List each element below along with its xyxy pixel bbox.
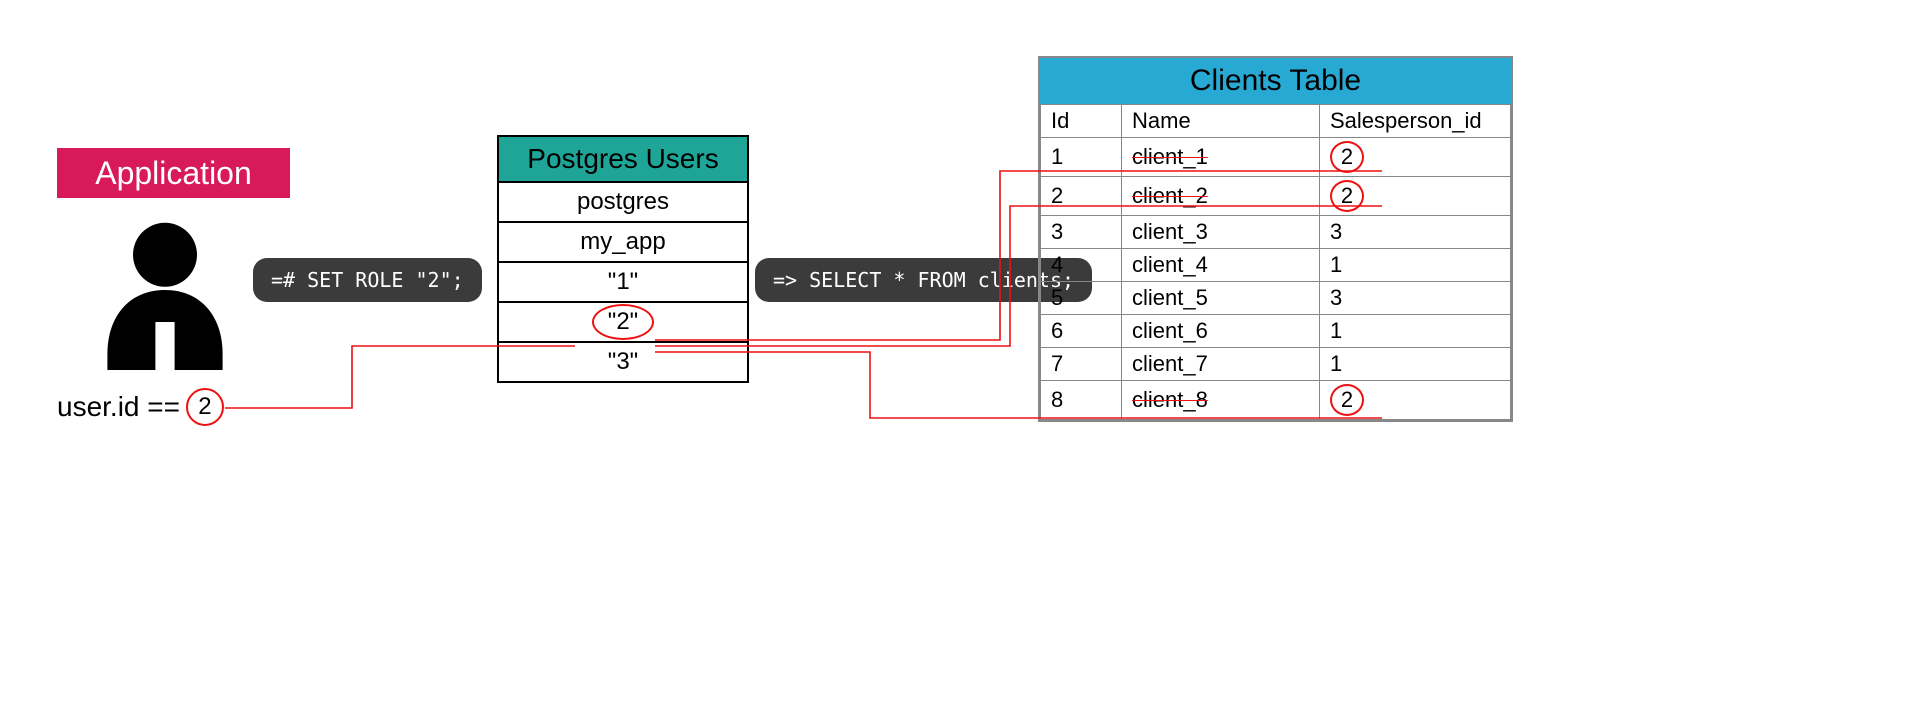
- postgres-user-row: "3": [499, 341, 747, 381]
- postgres-user-row: postgres: [499, 183, 747, 221]
- cell-salesperson-id: 2: [1320, 381, 1511, 420]
- sql-set-role: =# SET ROLE "2";: [271, 268, 464, 292]
- table-row: 3client_33: [1041, 216, 1511, 249]
- sql-select: => SELECT * FROM clients;: [773, 268, 1074, 292]
- cell-name: client_1: [1122, 138, 1320, 177]
- postgres-user-name: "2": [608, 308, 638, 335]
- salesperson-id-circle: 2: [1330, 384, 1364, 416]
- cell-name: client_6: [1122, 315, 1320, 348]
- user-id-value: 2: [198, 393, 211, 421]
- table-row: 7client_71: [1041, 348, 1511, 381]
- table-row: 8client_8 2: [1041, 381, 1511, 420]
- postgres-user-row: my_app: [499, 221, 747, 261]
- cell-name: client_2: [1122, 177, 1320, 216]
- cell-salesperson-id: 3: [1320, 216, 1511, 249]
- cell-id: 2: [1041, 177, 1122, 216]
- postgres-user-name: postgres: [577, 188, 669, 215]
- cell-id: 8: [1041, 381, 1122, 420]
- clients-body: 1client_122client_223client_334client_41…: [1041, 138, 1511, 420]
- cell-salesperson-id: 2: [1320, 138, 1511, 177]
- user-id-value-circle: 2: [186, 388, 224, 426]
- postgres-user-row: "1": [499, 261, 747, 301]
- user-id-line: user.id == 2: [57, 388, 224, 426]
- postgres-users-box: Postgres Users postgres my_app "1" "2" "3": [497, 135, 749, 383]
- cell-salesperson-id: 3: [1320, 282, 1511, 315]
- application-title-box: Application: [57, 148, 290, 198]
- user-id-label: user.id ==: [57, 391, 180, 423]
- cell-id: 4: [1041, 249, 1122, 282]
- postgres-user-name: "3": [608, 348, 638, 375]
- cell-id: 6: [1041, 315, 1122, 348]
- clients-table-box: Clients Table IdNameSalesperson_id 1clie…: [1038, 56, 1513, 422]
- diagram-root: Application user.id == 2 =# SET ROLE "2"…: [0, 0, 1920, 712]
- clients-column-header: Id: [1041, 105, 1122, 138]
- sql-set-role-pill: =# SET ROLE "2";: [253, 258, 482, 302]
- clients-table-title: Clients Table: [1040, 58, 1511, 104]
- cell-name: client_4: [1122, 249, 1320, 282]
- table-row: 4client_41: [1041, 249, 1511, 282]
- table-row: 5client_53: [1041, 282, 1511, 315]
- application-title: Application: [95, 155, 252, 192]
- cell-salesperson-id: 2: [1320, 177, 1511, 216]
- postgres-user-name: "1": [608, 268, 638, 295]
- clients-column-header: Name: [1122, 105, 1320, 138]
- postgres-user-name: my_app: [580, 228, 665, 255]
- user-icon: [85, 210, 245, 370]
- clients-column-header: Salesperson_id: [1320, 105, 1511, 138]
- cell-name: client_8: [1122, 381, 1320, 420]
- table-row: 6client_61: [1041, 315, 1511, 348]
- cell-name: client_7: [1122, 348, 1320, 381]
- cell-id: 7: [1041, 348, 1122, 381]
- cell-id: 3: [1041, 216, 1122, 249]
- cell-id: 1: [1041, 138, 1122, 177]
- postgres-users-title: Postgres Users: [499, 137, 747, 183]
- clients-table: IdNameSalesperson_id 1client_122client_2…: [1040, 104, 1511, 420]
- postgres-user-row: "2": [499, 301, 747, 341]
- salesperson-id-circle: 2: [1330, 180, 1364, 212]
- clients-header-row: IdNameSalesperson_id: [1041, 105, 1511, 138]
- table-row: 1client_1 2: [1041, 138, 1511, 177]
- cell-name: client_5: [1122, 282, 1320, 315]
- cell-salesperson-id: 1: [1320, 249, 1511, 282]
- postgres-users-rows: postgres my_app "1" "2" "3": [499, 183, 747, 381]
- table-row: 2client_22: [1041, 177, 1511, 216]
- cell-salesperson-id: 1: [1320, 348, 1511, 381]
- connection-lines: [0, 0, 1920, 712]
- cell-salesperson-id: 1: [1320, 315, 1511, 348]
- salesperson-id-circle: 2: [1330, 141, 1364, 173]
- cell-name: client_3: [1122, 216, 1320, 249]
- cell-id: 5: [1041, 282, 1122, 315]
